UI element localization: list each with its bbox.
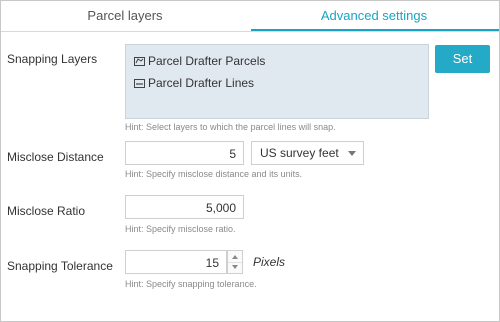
polygon-layer-icon xyxy=(134,56,145,66)
snapping-layers-list[interactable]: Parcel Drafter Parcels Parcel Drafter Li… xyxy=(125,44,429,119)
tab-bar: Parcel layers Advanced settings xyxy=(1,1,499,32)
misclose-distance-hint: Hint: Specify misclose distance and its … xyxy=(125,169,303,179)
snapping-layers-hint: Hint: Select layers to which the parcel … xyxy=(125,122,336,132)
misclose-ratio-label: Misclose Ratio xyxy=(7,204,86,218)
snapping-tolerance-units: Pixels xyxy=(253,255,286,269)
misclose-ratio-hint: Hint: Specify misclose ratio. xyxy=(125,224,236,234)
chevron-down-icon xyxy=(232,265,238,269)
layer-item-lines[interactable]: Parcel Drafter Lines xyxy=(134,75,254,91)
chevron-up-icon xyxy=(232,255,238,259)
advanced-settings-panel: Parcel layers Advanced settings Snapping… xyxy=(0,0,500,322)
tab-parcel-layers[interactable]: Parcel layers xyxy=(1,1,249,30)
layer-name: Parcel Drafter Parcels xyxy=(148,54,266,68)
misclose-ratio-input[interactable]: 5,000 xyxy=(125,195,244,219)
decrement-button[interactable] xyxy=(228,262,242,273)
snapping-tolerance-stepper[interactable] xyxy=(227,250,243,274)
tab-advanced-settings[interactable]: Advanced settings xyxy=(249,1,499,30)
snapping-tolerance-label: Snapping Tolerance xyxy=(7,259,113,273)
misclose-distance-label: Misclose Distance xyxy=(7,150,104,164)
chevron-down-icon xyxy=(348,151,356,156)
active-tab-indicator xyxy=(251,29,499,31)
misclose-distance-units-select[interactable]: US survey feet xyxy=(251,141,364,165)
set-button[interactable]: Set xyxy=(435,45,490,73)
misclose-distance-input[interactable]: 5 xyxy=(125,141,244,165)
snapping-tolerance-input[interactable]: 15 xyxy=(125,250,227,274)
selected-unit: US survey feet xyxy=(260,146,339,160)
snapping-tolerance-hint: Hint: Specify snapping tolerance. xyxy=(125,279,257,289)
line-layer-icon xyxy=(134,78,145,88)
layer-name: Parcel Drafter Lines xyxy=(148,76,255,90)
snapping-layers-label: Snapping Layers xyxy=(7,52,98,66)
layer-item-parcels[interactable]: Parcel Drafter Parcels xyxy=(134,53,265,69)
